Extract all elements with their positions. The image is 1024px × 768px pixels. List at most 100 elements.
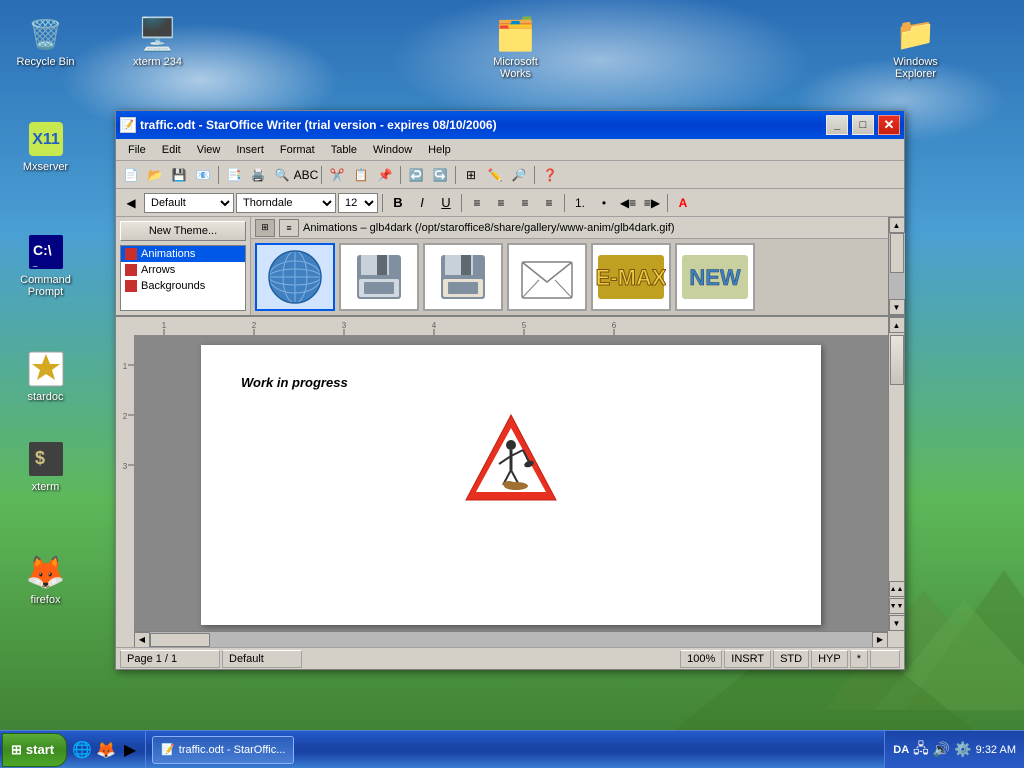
- gallery-panel: New Theme... Animations Arrows Backgr: [116, 217, 904, 317]
- menu-view[interactable]: View: [189, 142, 229, 158]
- gallery-item-floppy2[interactable]: [423, 243, 503, 311]
- xterm-icon[interactable]: $ xterm: [8, 435, 83, 497]
- menu-file[interactable]: File: [120, 142, 154, 158]
- category-animations[interactable]: Animations: [121, 246, 245, 262]
- gallery-scroll-up[interactable]: ▲: [889, 217, 905, 233]
- start-button[interactable]: ⊞ start: [2, 733, 67, 767]
- gallery-item-emax[interactable]: E-MAX: [591, 243, 671, 311]
- firefox-icon[interactable]: 🦊 firefox: [8, 548, 83, 610]
- doc-scroll-pageup[interactable]: ▲▲: [889, 581, 905, 597]
- tb-list-bullet[interactable]: •: [593, 192, 615, 214]
- tb-sep1: [218, 166, 219, 184]
- firefox-image: 🦊: [26, 552, 66, 592]
- menu-insert[interactable]: Insert: [228, 142, 272, 158]
- menu-help[interactable]: Help: [420, 142, 459, 158]
- doc-scroll-thumb[interactable]: [890, 335, 904, 385]
- status-hyp: HYP: [811, 650, 848, 668]
- gallery-item-new[interactable]: NEW: [675, 243, 755, 311]
- svg-text:2: 2: [123, 412, 128, 421]
- tb-italic[interactable]: I: [411, 192, 433, 214]
- size-select[interactable]: 12: [338, 193, 378, 213]
- tb-align-justify[interactable]: ≡: [538, 192, 560, 214]
- gallery-view-grid[interactable]: ⊞: [255, 219, 275, 237]
- gallery-sidebar: New Theme... Animations Arrows Backgr: [116, 217, 251, 315]
- command-prompt-icon[interactable]: C:\_ Command Prompt: [8, 228, 83, 302]
- close-button[interactable]: ✕: [878, 115, 900, 135]
- gallery-scroll-thumb[interactable]: [890, 233, 904, 273]
- gallery-scroll-track: [889, 233, 905, 299]
- tb-preview[interactable]: 🔍: [271, 164, 293, 186]
- mxserver-icon[interactable]: X11 Mxserver: [8, 115, 83, 177]
- tb-copy[interactable]: 📋: [350, 164, 372, 186]
- tb-new[interactable]: 📄: [120, 164, 142, 186]
- recycle-bin-icon[interactable]: 🗑️ Recycle Bin: [8, 10, 83, 72]
- doc-scroll-up[interactable]: ▲: [889, 317, 905, 333]
- svg-text:X11: X11: [32, 131, 60, 148]
- maximize-button[interactable]: □: [852, 115, 874, 135]
- gallery-item-envelope[interactable]: [507, 243, 587, 311]
- tb-paste[interactable]: 📌: [374, 164, 396, 186]
- ql-ff[interactable]: 🦊: [95, 739, 117, 761]
- microsoft-works-icon[interactable]: 🗂️ Microsoft Works: [478, 10, 553, 84]
- gallery-item-floppy1[interactable]: [339, 243, 419, 311]
- tb-save[interactable]: 💾: [168, 164, 190, 186]
- tb-open[interactable]: 📂: [144, 164, 166, 186]
- category-backgrounds[interactable]: Backgrounds: [121, 278, 245, 294]
- tb-fontcolor[interactable]: A: [672, 192, 694, 214]
- tb-indent-dec[interactable]: ◀≡: [617, 192, 639, 214]
- tb-align-right[interactable]: ≡: [514, 192, 536, 214]
- tb-align-left[interactable]: ≡: [466, 192, 488, 214]
- gallery-path: Animations – glb4dark (/opt/staroffice8/…: [303, 222, 675, 234]
- stardoc-icon[interactable]: stardoc: [8, 345, 83, 407]
- tb-underline[interactable]: U: [435, 192, 457, 214]
- tb-redo[interactable]: ↪️: [429, 164, 451, 186]
- tb-email[interactable]: 📧: [192, 164, 214, 186]
- menu-table[interactable]: Table: [323, 142, 365, 158]
- status-extra2: [870, 650, 900, 668]
- tb-style-arrow[interactable]: ◀: [120, 192, 142, 214]
- tb-list-num[interactable]: 1.: [569, 192, 591, 214]
- tb-help[interactable]: ❓: [539, 164, 561, 186]
- floppy2-svg: [433, 247, 493, 307]
- windows-explorer-icon[interactable]: 📁 Windows Explorer: [878, 10, 953, 84]
- menu-window[interactable]: Window: [365, 142, 420, 158]
- tb-table[interactable]: ⊞: [460, 164, 482, 186]
- document-content[interactable]: Work in progress: [134, 335, 888, 631]
- tb-align-center[interactable]: ≡: [490, 192, 512, 214]
- window-title: traffic.odt - StarOffice Writer (trial v…: [140, 118, 822, 132]
- taskbar-item-writer[interactable]: 📝 traffic.odt - StarOffic...: [152, 736, 294, 764]
- minimize-button[interactable]: _: [826, 115, 848, 135]
- tb-print[interactable]: 🖨️: [247, 164, 269, 186]
- menu-edit[interactable]: Edit: [154, 142, 189, 158]
- tb-pdf[interactable]: 📑: [223, 164, 245, 186]
- font-select[interactable]: Thorndale: [236, 193, 336, 213]
- tb-find[interactable]: 🔎: [508, 164, 530, 186]
- doc-scroll-pagedown[interactable]: ▼▼: [889, 598, 905, 614]
- gallery-scroll-down[interactable]: ▼: [889, 299, 905, 315]
- doc-scroll-down[interactable]: ▼: [889, 615, 905, 631]
- menu-bar: File Edit View Insert Format Table Windo…: [116, 139, 904, 161]
- style-select[interactable]: Default: [144, 193, 234, 213]
- xterm234-icon[interactable]: 🖥️ xterm 234: [120, 10, 195, 72]
- toolbar-formatting: ◀ Default Thorndale 12 B I U ≡ ≡ ≡ ≡: [116, 189, 904, 217]
- doc-scroll-thumb-h[interactable]: [150, 633, 210, 647]
- tb-draw[interactable]: ✏️: [484, 164, 506, 186]
- tb-undo[interactable]: ↩️: [405, 164, 427, 186]
- ql-ie[interactable]: 🌐: [71, 739, 93, 761]
- menu-format[interactable]: Format: [272, 142, 323, 158]
- gallery-view-list[interactable]: ≡: [279, 219, 299, 237]
- doc-scroll-left[interactable]: ◀: [134, 632, 150, 648]
- tb-indent-inc[interactable]: ≡▶: [641, 192, 663, 214]
- taskbar-items: 📝 traffic.odt - StarOffic...: [146, 731, 884, 768]
- tb-bold[interactable]: B: [387, 192, 409, 214]
- gallery-item-globe[interactable]: [255, 243, 335, 311]
- doc-scroll-right[interactable]: ▶: [872, 632, 888, 648]
- category-arrows[interactable]: Arrows: [121, 262, 245, 278]
- tb-cut[interactable]: ✂️: [326, 164, 348, 186]
- ql-media[interactable]: ▶: [119, 739, 141, 761]
- network-icon: 🖧: [913, 738, 929, 762]
- tb-sep7: [461, 194, 462, 212]
- new-theme-button[interactable]: New Theme...: [120, 221, 246, 241]
- taskbar-item-icon: 📝: [161, 743, 175, 756]
- tb-spellcheck[interactable]: ABC: [295, 164, 317, 186]
